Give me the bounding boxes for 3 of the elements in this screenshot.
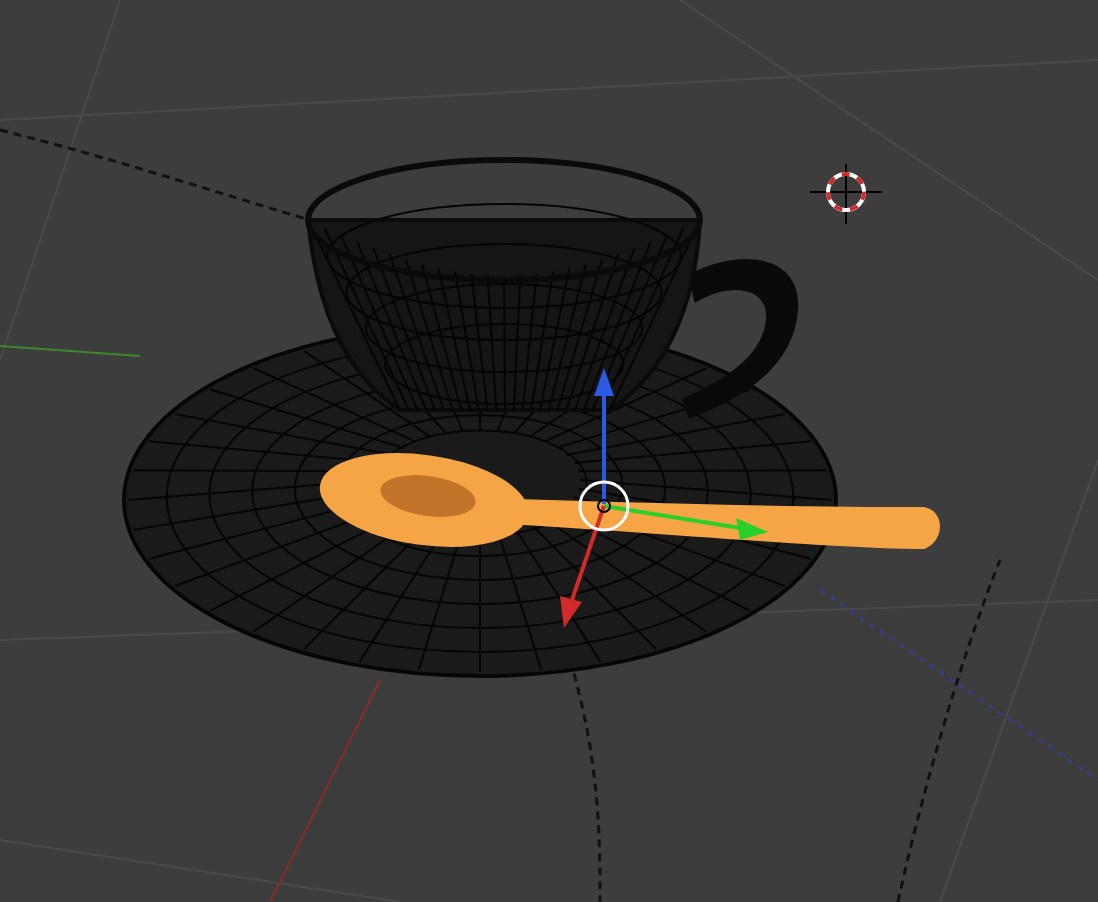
transform-gizmo[interactable]: [560, 368, 768, 628]
3d-cursor-icon: [809, 163, 883, 225]
y-axis-line: [0, 345, 141, 357]
